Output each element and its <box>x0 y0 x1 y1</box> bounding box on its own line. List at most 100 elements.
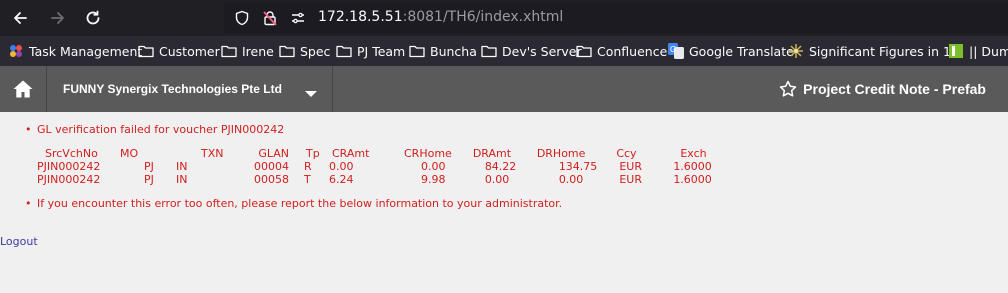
cell-txn: IN <box>176 173 188 186</box>
cell-mo: PJ <box>144 173 154 186</box>
shield-icon <box>235 10 249 26</box>
url-host: 172.18.5.51 <box>318 9 403 25</box>
bookmark-buncha[interactable]: Buncha <box>409 42 477 60</box>
column-header: DRHome <box>536 147 586 160</box>
bookmark-label: Spec <box>300 43 331 59</box>
table-row: PJIN000242 PJ IN 00004 R 0.00 0.00 84.22… <box>37 160 721 173</box>
column-header: Ccy <box>616 147 637 160</box>
bookmark-confluence[interactable]: Confluence <box>576 42 667 60</box>
error-text: If you encounter this error too often, p… <box>37 197 563 210</box>
bullet: • <box>25 123 32 136</box>
column-header: MO <box>120 147 139 160</box>
column-header: CRHome <box>404 147 452 160</box>
cell-cr-amt: 6.24 <box>329 173 354 186</box>
reload-button[interactable] <box>81 6 105 30</box>
table-row: PJIN000242 PJ IN 00058 T 6.24 9.98 0.00 … <box>37 173 721 186</box>
bookmark-label: Confluence <box>597 43 668 59</box>
star-icon[interactable] <box>779 80 797 98</box>
folder-icon <box>409 43 425 59</box>
cell-tp: T <box>304 173 311 186</box>
bullet: • <box>25 197 32 210</box>
folder-icon <box>481 43 497 59</box>
bookmark-label: Task Management <box>29 43 143 59</box>
cell-txn: IN <box>176 160 188 173</box>
bookmark-label: Buncha <box>430 43 477 59</box>
cell-cr-home: 9.98 <box>421 173 446 186</box>
google-translate-icon: G <box>668 43 684 59</box>
bookmark-significant-figures[interactable]: Significant Figures in 1... <box>788 42 963 60</box>
forward-button[interactable] <box>46 6 70 30</box>
folder-icon <box>336 43 352 59</box>
svg-text:G: G <box>670 45 676 54</box>
cell-ccy: EUR <box>619 173 642 186</box>
cell-dr-amt: 84.22 <box>484 160 517 173</box>
folder-icon <box>576 43 592 59</box>
bookmark-label: PJ Team <box>357 43 406 59</box>
cell-cr-amt: 0.00 <box>329 160 354 173</box>
error-message-gl: • GL verification failed for voucher PJIN… <box>25 123 284 136</box>
task-app-icon <box>8 43 24 59</box>
bookmark-google-translate[interactable]: G Google Translate <box>668 42 794 60</box>
bookmark-label: Dev's Server <box>502 43 582 59</box>
bookmark-irene[interactable]: Irene <box>221 42 274 60</box>
url-text: 172.18.5.51:8081/TH6/index.xhtml <box>318 9 563 25</box>
folder-icon <box>221 43 237 59</box>
page-title-text: Project Credit Note - Prefab <box>803 81 986 97</box>
app-header: FUNNY Synergix Technologies Pte Ltd Proj… <box>0 66 1008 112</box>
back-button[interactable] <box>8 6 32 30</box>
column-header: GLAN <box>258 147 289 160</box>
home-icon <box>13 80 33 98</box>
cell-dr-home: 0.00 <box>558 173 584 186</box>
sparkle-icon <box>788 43 804 59</box>
bookmark-label: Irene <box>242 43 274 59</box>
logout-link[interactable]: Logout <box>0 235 38 248</box>
bookmark-label: Google Translate <box>689 43 794 59</box>
home-button[interactable] <box>0 66 47 112</box>
error-text: GL verification failed for voucher PJIN0… <box>37 123 285 136</box>
page-title: Project Credit Note - Prefab <box>779 80 986 98</box>
cell-exch: 1.6000 <box>673 173 712 186</box>
browser-toolbar: 172.18.5.51:8081/TH6/index.xhtml <box>0 0 1008 36</box>
column-header: Exch <box>680 147 707 160</box>
column-header: Tp <box>306 147 320 160</box>
main-content: • GL verification failed for voucher PJIN… <box>0 112 1008 293</box>
reload-icon <box>86 10 100 25</box>
url-path: :8081/TH6/index.xhtml <box>402 9 564 25</box>
folder-icon <box>279 43 295 59</box>
bookmark-label: Customer <box>159 43 220 59</box>
bookmark-spec[interactable]: Spec <box>279 42 330 60</box>
cell-glan: 00004 <box>254 160 289 173</box>
bookmark-label: || Dumm <box>969 43 1008 59</box>
cell-tp: R <box>304 160 312 173</box>
green-square-icon <box>948 43 964 59</box>
company-name: FUNNY Synergix Technologies Pte Ltd <box>63 82 282 96</box>
bookmarks-toolbar: Task Management Customer Irene Spec PJ T… <box>0 36 1008 66</box>
caret-down-icon <box>305 91 317 97</box>
cell-dr-home: 134.75 <box>558 160 598 173</box>
column-header: CRAmt <box>332 147 370 160</box>
cell-cr-home: 0.00 <box>421 160 446 173</box>
cell-ccy: EUR <box>619 160 642 173</box>
cell-dr-amt: 0.00 <box>484 173 510 186</box>
column-header: TXN <box>201 147 224 160</box>
error-details-table: SrcVchNo MO TXN GLAN Tp CRAmt CRHome DRA… <box>37 147 721 186</box>
cell-glan: 00058 <box>254 173 289 186</box>
error-message-report: • If you encounter this error too often, … <box>25 197 562 210</box>
cell-src-vch-no: PJIN000242 <box>37 160 101 173</box>
bookmark-devs-server[interactable]: Dev's Server <box>481 42 582 60</box>
table-header-row: SrcVchNo MO TXN GLAN Tp CRAmt CRHome DRA… <box>37 147 721 160</box>
cell-mo: PJ <box>144 160 154 173</box>
bookmark-pj-team[interactable]: PJ Team <box>336 42 405 60</box>
forward-arrow-icon <box>51 12 64 24</box>
bookmark-task-management[interactable]: Task Management <box>8 42 142 60</box>
address-bar[interactable]: 172.18.5.51:8081/TH6/index.xhtml <box>224 3 1008 33</box>
permissions-icon[interactable] <box>290 10 306 26</box>
back-arrow-icon <box>14 12 27 24</box>
insecure-lock-icon[interactable] <box>262 10 278 26</box>
company-selector[interactable]: FUNNY Synergix Technologies Pte Ltd <box>48 66 333 112</box>
cell-exch: 1.6000 <box>673 160 712 173</box>
bookmark-dumm[interactable]: || Dumm <box>948 42 1008 60</box>
bookmark-label: Significant Figures in 1... <box>809 43 963 59</box>
column-header: DRAmt <box>472 147 512 160</box>
bookmark-customer[interactable]: Customer <box>138 42 220 60</box>
